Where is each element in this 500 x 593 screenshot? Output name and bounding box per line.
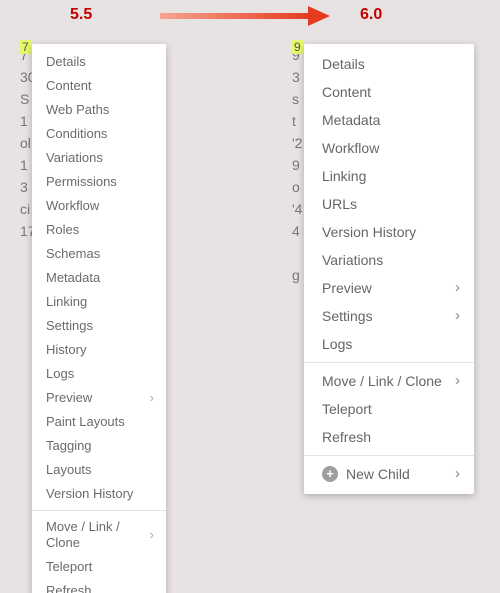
menu-item-content[interactable]: Content [304,78,474,106]
menu-item-label: Workflow [322,140,460,156]
chevron-right-icon: › [144,390,154,406]
menu-item-new-child[interactable]: + New Child › [304,460,474,488]
menu-item-label: New Child [346,466,450,482]
menu-item-layouts[interactable]: Layouts [32,458,166,482]
menu-item-workflow[interactable]: Workflow [32,194,166,218]
chevron-right-icon: › [144,527,154,543]
menu-item-label: History [46,342,154,358]
menu-item-move-link-clone[interactable]: Move / Link / Clone› [32,515,166,555]
menu55-group1: Details Content Web Paths Conditions Variati… [32,50,166,506]
menu-item-label: URLs [322,196,460,212]
version-label-right: 6.0 [360,6,382,24]
menu-item-roles[interactable]: Roles [32,218,166,242]
menu-item-refresh[interactable]: Refresh [32,579,166,593]
menu-item-label: Workflow [46,198,154,214]
menu-item-label: Paint Layouts [46,414,154,430]
menu-item-label: Roles [46,222,154,238]
menu-item-label: Logs [46,366,154,382]
menu-item-preview[interactable]: Preview› [32,386,166,410]
menu-item-label: Linking [46,294,154,310]
menu-item-tagging[interactable]: Tagging [32,434,166,458]
menu-separator [304,362,474,363]
bg-text-right: 9 3 s t '2 9 o '4 4 g [292,44,302,286]
menu-item-label: Conditions [46,126,154,142]
menu-item-logs[interactable]: Logs [32,362,166,386]
menu-item-label: Teleport [46,559,154,575]
menu-item-variations[interactable]: Variations [304,246,474,274]
menu-item-urls[interactable]: URLs [304,190,474,218]
menu55-group2: Move / Link / Clone› Teleport Refresh [32,515,166,593]
menu-item-label: Preview [322,280,450,296]
menu-item-settings[interactable]: Settings [32,314,166,338]
menu-item-label: Content [322,84,460,100]
menu-item-label: Settings [46,318,154,334]
chevron-right-icon: › [450,373,460,389]
menu-item-teleport[interactable]: Teleport [32,555,166,579]
highlight-left: 7 [20,40,31,54]
menu-item-permissions[interactable]: Permissions [32,170,166,194]
menu-item-label: Linking [322,168,460,184]
context-menu-60: Details Content Metadata Workflow Linking URL… [304,44,474,494]
menu-item-label: Preview [46,390,144,406]
version-label-left: 5.5 [70,6,92,24]
menu-item-label: Variations [46,150,154,166]
menu-item-preview[interactable]: Preview› [304,274,474,302]
menu-item-label: Version History [46,486,154,502]
menu-item-details[interactable]: Details [32,50,166,74]
menu-item-details[interactable]: Details [304,50,474,78]
menu-item-move-link-clone[interactable]: Move / Link / Clone› [304,367,474,395]
menu-item-label: Move / Link / Clone [46,519,144,551]
menu60-group1: Details Content Metadata Workflow Linking URL… [304,50,474,358]
menu60-group2: Move / Link / Clone› Teleport Refresh [304,367,474,451]
menu-item-label: Version History [322,224,460,240]
menu-separator [32,510,166,511]
chevron-right-icon: › [450,466,460,482]
menu-item-label: Tagging [46,438,154,454]
chevron-right-icon: › [450,280,460,296]
menu-item-version-history[interactable]: Version History [304,218,474,246]
menu-item-label: Details [46,54,154,70]
menu-item-label: Logs [322,336,460,352]
menu-item-label: Layouts [46,462,154,478]
highlight-right: 9 [292,40,303,54]
menu-item-label: Move / Link / Clone [322,373,450,389]
menu-item-linking[interactable]: Linking [32,290,166,314]
menu-item-web-paths[interactable]: Web Paths [32,98,166,122]
menu-item-label: Metadata [322,112,460,128]
arrow-icon [160,6,330,26]
menu-item-label: Details [322,56,460,72]
menu-item-label: Web Paths [46,102,154,118]
menu-item-refresh[interactable]: Refresh [304,423,474,451]
menu-item-label: Permissions [46,174,154,190]
menu-item-history[interactable]: History [32,338,166,362]
chevron-right-icon: › [450,308,460,324]
menu-item-linking[interactable]: Linking [304,162,474,190]
menu-item-schemas[interactable]: Schemas [32,242,166,266]
menu-item-variations[interactable]: Variations [32,146,166,170]
menu-item-label: Refresh [46,583,154,593]
menu-item-label: Refresh [322,429,460,445]
menu-item-paint-layouts[interactable]: Paint Layouts [32,410,166,434]
menu-separator [304,455,474,456]
menu-item-label: Schemas [46,246,154,262]
menu-item-conditions[interactable]: Conditions [32,122,166,146]
menu-item-label: Settings [322,308,450,324]
menu-item-version-history[interactable]: Version History [32,482,166,506]
menu-item-teleport[interactable]: Teleport [304,395,474,423]
menu-item-logs[interactable]: Logs [304,330,474,358]
menu-item-label: Metadata [46,270,154,286]
context-menu-55: Details Content Web Paths Conditions Variati… [32,44,166,593]
plus-circle-icon: + [322,466,338,482]
menu-item-label: Variations [322,252,460,268]
menu-item-metadata[interactable]: Metadata [304,106,474,134]
menu-item-content[interactable]: Content [32,74,166,98]
menu-item-label: Teleport [322,401,460,417]
menu-item-metadata[interactable]: Metadata [32,266,166,290]
menu-item-label: Content [46,78,154,94]
menu-item-settings[interactable]: Settings› [304,302,474,330]
menu-item-workflow[interactable]: Workflow [304,134,474,162]
